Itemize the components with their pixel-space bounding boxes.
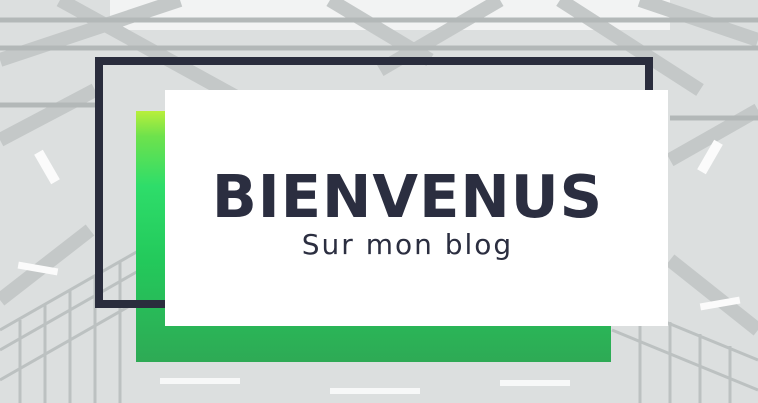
welcome-card: BIENVENUS Sur mon blog [165,90,668,326]
welcome-banner: BIENVENUS Sur mon blog [0,0,758,403]
welcome-subtitle: Sur mon blog [301,228,514,261]
welcome-title: BIENVENUS [211,162,604,231]
